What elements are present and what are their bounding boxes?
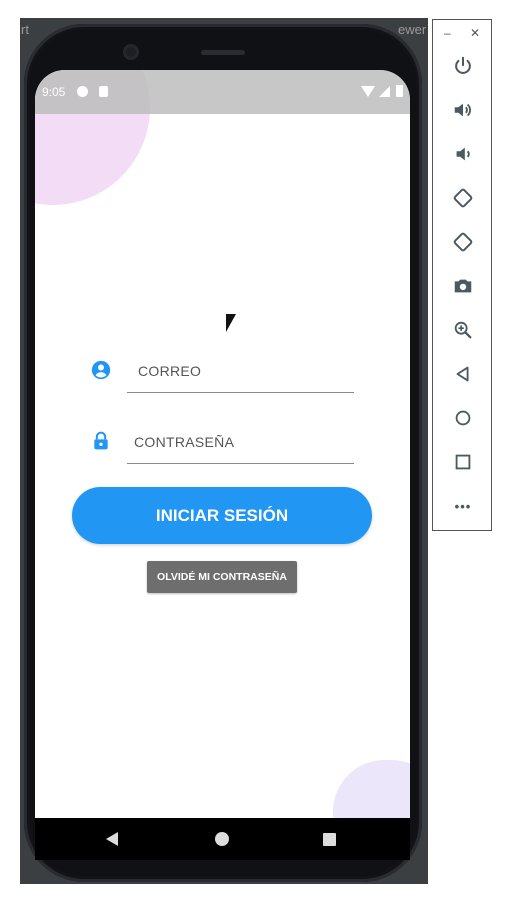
- emulator-toolbar: – ✕ •••: [432, 19, 492, 531]
- login-button[interactable]: INICIAR SESIÓN: [72, 487, 372, 544]
- home-icon[interactable]: [452, 407, 474, 429]
- app-screen: 9:05 CORREO CONTRASEÑA INICIAR SESIÓN OL…: [35, 70, 410, 818]
- volume-down-icon[interactable]: [452, 143, 474, 165]
- wifi-icon: [361, 86, 375, 97]
- decorative-blob: [333, 760, 410, 818]
- zoom-icon[interactable]: [452, 319, 474, 341]
- rotate-left-icon[interactable]: [452, 187, 474, 209]
- power-icon[interactable]: [452, 55, 474, 77]
- front-camera: [123, 44, 139, 60]
- status-time: 9:05: [42, 85, 66, 99]
- email-input[interactable]: CORREO: [138, 363, 201, 379]
- more-icon[interactable]: •••: [452, 495, 474, 517]
- signal-icon: [379, 86, 390, 97]
- lock-icon: [91, 431, 111, 451]
- password-input[interactable]: CONTRASEÑA: [134, 434, 234, 450]
- host-window-text: ewer: [398, 22, 427, 37]
- mouse-cursor: [226, 314, 236, 332]
- forgot-password-button[interactable]: OLVIDÉ MI CONTRASEÑA: [147, 561, 297, 593]
- camera-icon[interactable]: [452, 275, 474, 297]
- nav-overview-icon[interactable]: [323, 833, 336, 846]
- account-circle-icon: [91, 360, 111, 380]
- sd-card-icon: [99, 86, 108, 97]
- navigation-bar: [35, 818, 410, 860]
- battery-icon: [396, 85, 403, 97]
- email-underline: [127, 392, 354, 393]
- host-window-text: rt: [21, 22, 29, 37]
- status-bar: 9:05: [35, 70, 410, 114]
- rotate-right-icon[interactable]: [452, 231, 474, 253]
- volume-up-icon[interactable]: [452, 99, 474, 121]
- minimize-button[interactable]: –: [444, 26, 451, 40]
- back-icon[interactable]: [452, 363, 474, 385]
- earpiece-speaker: [201, 50, 245, 55]
- nav-home-icon[interactable]: [215, 832, 229, 846]
- overview-icon[interactable]: [452, 451, 474, 473]
- notification-icon: [77, 86, 88, 97]
- close-button[interactable]: ✕: [470, 26, 480, 40]
- password-underline: [127, 463, 354, 464]
- nav-back-icon[interactable]: [106, 832, 118, 846]
